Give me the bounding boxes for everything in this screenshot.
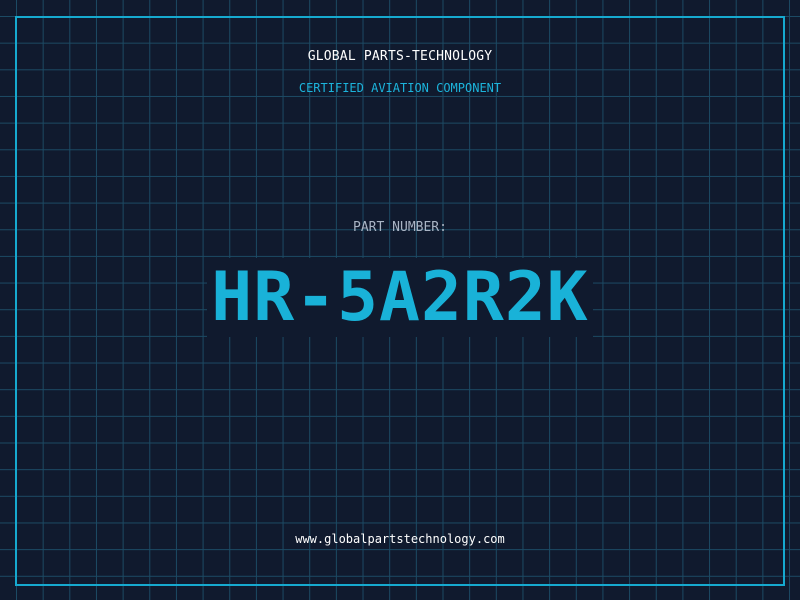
website-url: www.globalpartstechnology.com	[295, 532, 505, 546]
brand-name: GLOBAL PARTS-TECHNOLOGY	[307, 49, 493, 64]
certification-subtitle: CERTIFIED AVIATION COMPONENT	[298, 81, 502, 95]
part-number-value: HR-5A2R2K	[207, 258, 593, 337]
part-number-value-wrapper: HR-5A2R2K	[0, 258, 800, 338]
label-card: GLOBAL PARTS-TECHNOLOGY CERTIFIED AVIATI…	[0, 0, 800, 600]
part-number-label: PART NUMBER:	[353, 220, 447, 235]
